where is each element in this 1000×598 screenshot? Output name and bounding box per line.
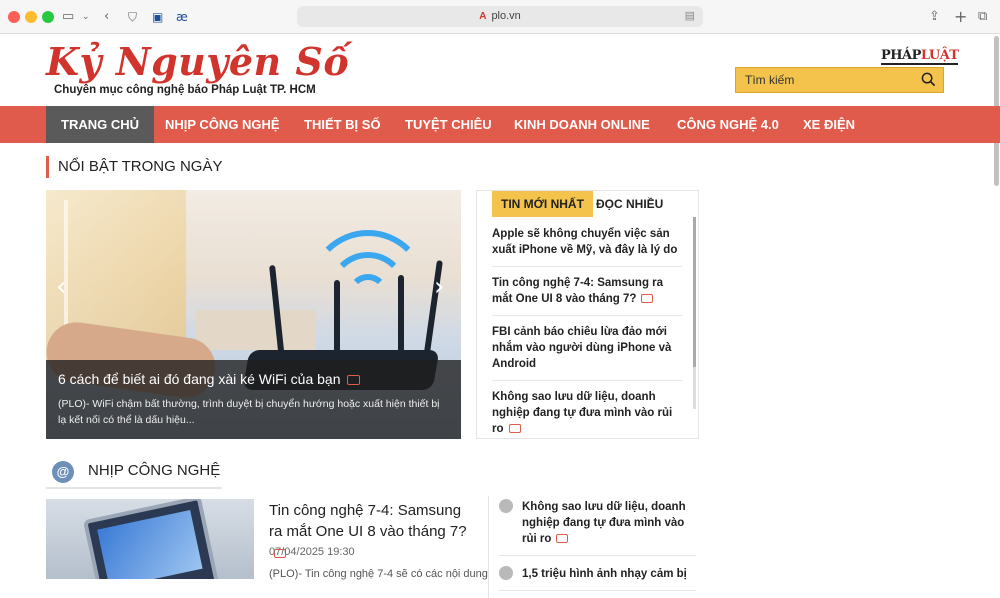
nav-trang-chu[interactable]: TRANG CHỦ bbox=[46, 106, 154, 143]
site-logo[interactable]: Kỷ Nguyên Số bbox=[46, 40, 349, 84]
latest-news-box: TIN MỚI NHẤT ĐỌC NHIỀU Apple sẽ không ch… bbox=[476, 190, 699, 439]
news-item[interactable]: Apple sẽ không chuyển việc sản xuất iPho… bbox=[492, 224, 682, 267]
phap-luat-logo[interactable]: PHÁPLUẬT bbox=[881, 48, 959, 65]
zoom-window-button[interactable] bbox=[42, 11, 54, 23]
section-header-nhip-cong-nghe[interactable]: @ NHỊP CÔNG NGHỆ bbox=[46, 456, 222, 489]
new-tab-icon[interactable]: + bbox=[954, 8, 967, 26]
nav-nhip-cong-nghe[interactable]: NHỊP CÔNG NGHỆ bbox=[150, 106, 295, 143]
at-icon: @ bbox=[52, 461, 74, 483]
news-scrollbar[interactable] bbox=[693, 217, 696, 409]
hero-title[interactable]: 6 cách để biết ai đó đang xài ké WiFi củ… bbox=[58, 370, 449, 388]
related-item[interactable]: Không sao lưu dữ liệu, doanh nghiệp đang… bbox=[499, 496, 696, 556]
section-title-featured: NỔI BẬT TRONG NGÀY bbox=[46, 156, 222, 178]
search-box[interactable]: Tìm kiếm bbox=[735, 67, 944, 93]
sidebar-icon[interactable]: ▭ bbox=[62, 8, 74, 26]
article-date: 07/04/2025 19:30 bbox=[269, 546, 355, 558]
brand-part-1: PHÁP bbox=[881, 48, 921, 63]
news-item[interactable]: Tin công nghệ 7-4: Samsung ra mắt One UI… bbox=[492, 273, 682, 316]
chevron-down-icon[interactable]: ⌄ bbox=[82, 8, 90, 26]
article-description: (PLO)- Tin công nghệ 7-4 sẽ có các nội d… bbox=[269, 568, 488, 580]
prev-slide-icon[interactable]: ‹ bbox=[56, 272, 66, 302]
site-tagline: Chuyên mục công nghệ báo Pháp Luật TP. H… bbox=[54, 84, 316, 96]
section-title[interactable]: NHỊP CÔNG NGHỆ bbox=[88, 462, 220, 479]
bullet-icon bbox=[499, 499, 513, 513]
tab-overview-icon[interactable]: ⧉ bbox=[978, 8, 987, 26]
thumbnail-device bbox=[82, 499, 220, 579]
search-icon[interactable] bbox=[921, 72, 936, 87]
tab-popular[interactable]: ĐỌC NHIỀU bbox=[587, 191, 672, 217]
camera-icon bbox=[556, 534, 569, 543]
browser-toolbar: ▭ ⌄ ‹ ⛉ ▣ æ Aplo.vn ▤ ⇪ + ⧉ bbox=[0, 0, 1000, 34]
hero-caption[interactable]: 6 cách để biết ai đó đang xài ké WiFi củ… bbox=[46, 360, 461, 439]
back-icon[interactable]: ‹ bbox=[104, 8, 109, 26]
minimize-window-button[interactable] bbox=[25, 11, 37, 23]
news-list: Apple sẽ không chuyển việc sản xuất iPho… bbox=[492, 224, 682, 451]
reader-icon[interactable]: ▤ bbox=[685, 6, 695, 27]
hero-description: (PLO)- WiFi chậm bất thường, trình duyệt… bbox=[58, 398, 440, 426]
camera-icon bbox=[641, 294, 654, 303]
camera-icon bbox=[346, 375, 360, 385]
share-icon[interactable]: ⇪ bbox=[929, 8, 940, 26]
brand-part-2: LUẬT bbox=[920, 48, 959, 63]
nav-kinh-doanh-online[interactable]: KINH DOANH ONLINE bbox=[499, 106, 665, 143]
extension-icon[interactable]: ▣ bbox=[152, 8, 163, 26]
shield-icon[interactable]: ⛉ bbox=[128, 8, 137, 26]
next-slide-icon[interactable]: › bbox=[434, 272, 444, 302]
router-antenna bbox=[398, 275, 404, 360]
news-scrollbar-thumb[interactable] bbox=[693, 217, 696, 367]
news-item[interactable]: Không sao lưu dữ liệu, doanh nghiệp đang… bbox=[492, 387, 682, 445]
wifi-wave-icon bbox=[348, 274, 388, 314]
related-list: Không sao lưu dữ liệu, doanh nghiệp đang… bbox=[488, 496, 696, 598]
search-input[interactable]: Tìm kiếm bbox=[745, 73, 794, 87]
router-antenna bbox=[334, 280, 340, 360]
tab-latest[interactable]: TIN MỚI NHẤT bbox=[492, 191, 593, 217]
url-text: plo.vn bbox=[491, 10, 521, 22]
bullet-icon bbox=[499, 566, 513, 580]
site-header: Kỷ Nguyên Số Chuyên mục công nghệ báo Ph… bbox=[0, 34, 1000, 106]
site-favicon: A bbox=[479, 11, 487, 22]
nav-thiet-bi-so[interactable]: THIẾT BỊ SỐ bbox=[289, 106, 396, 143]
thumbnail-screen bbox=[97, 509, 203, 579]
address-bar[interactable]: Aplo.vn ▤ bbox=[297, 6, 703, 27]
article-thumbnail[interactable] bbox=[46, 499, 254, 579]
hero-slider[interactable]: ‹ › 6 cách để biết ai đó đang xài ké WiF… bbox=[46, 190, 461, 439]
extension-ae-icon[interactable]: æ bbox=[176, 8, 188, 26]
nav-xe-dien[interactable]: XE ĐIỆN bbox=[788, 106, 870, 143]
close-window-button[interactable] bbox=[8, 11, 20, 23]
news-item[interactable]: FBI cảnh báo chiêu lừa đảo mới nhắm vào … bbox=[492, 322, 682, 381]
nav-cong-nghe-4[interactable]: CÔNG NGHỆ 4.0 bbox=[662, 106, 794, 143]
main-nav: TRANG CHỦ NHỊP CÔNG NGHỆ THIẾT BỊ SỐ TUY… bbox=[0, 106, 1000, 143]
nav-tuyet-chieu[interactable]: TUYỆT CHIÊU bbox=[390, 106, 507, 143]
related-item[interactable]: 1,5 triệu hình ảnh nhạy cảm bị bbox=[499, 563, 696, 591]
camera-icon bbox=[508, 424, 521, 433]
hero-image-shelf bbox=[196, 310, 316, 350]
